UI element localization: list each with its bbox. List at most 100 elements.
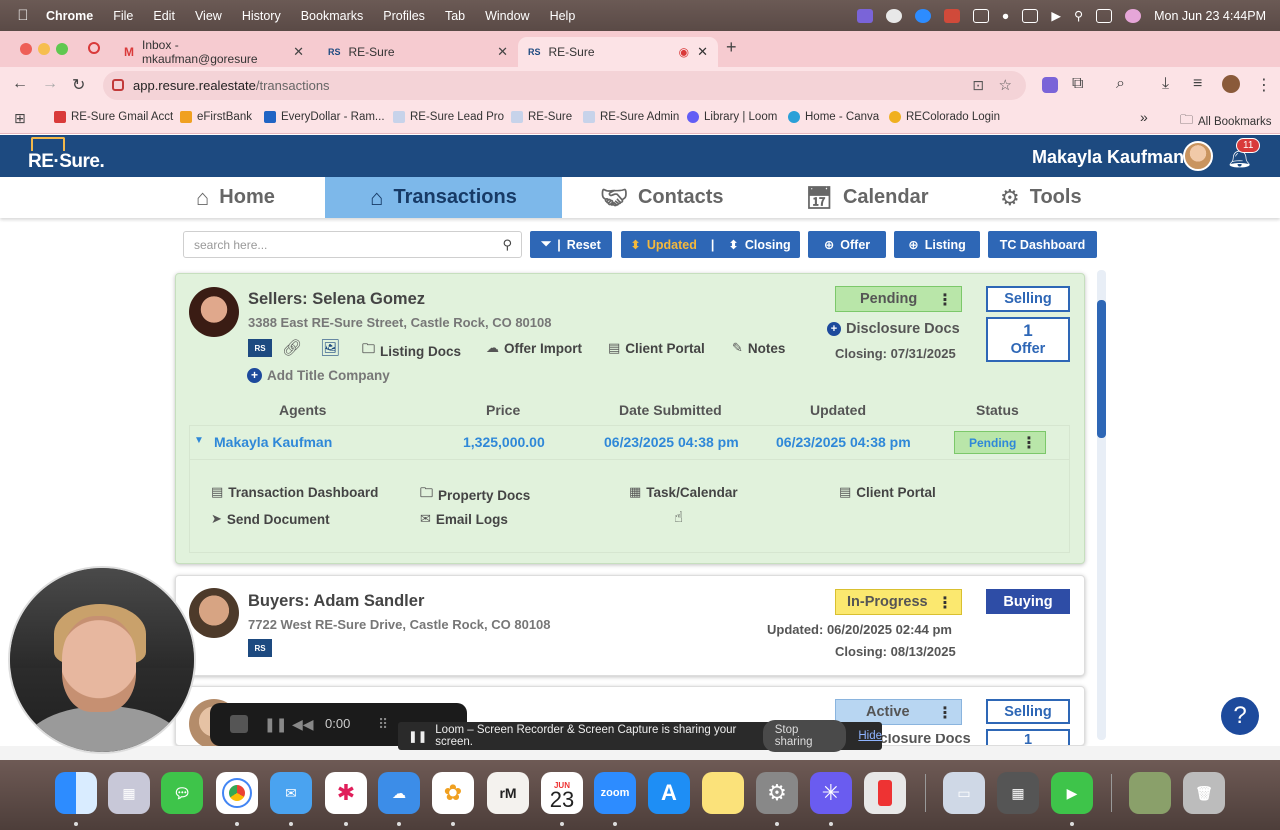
launchpad-icon[interactable]: ▦	[108, 772, 150, 814]
spotlight-search-icon[interactable]: ⚲	[1074, 8, 1083, 23]
trash-icon[interactable]: 🗑︎	[1183, 772, 1225, 814]
app-store-icon[interactable]: A	[648, 772, 690, 814]
apps-grid-icon[interactable]: ⊞	[14, 110, 26, 127]
listing-docs-link[interactable]: 🗀 Listing Docs	[362, 340, 461, 362]
media-control-icon[interactable]: ≡	[1193, 75, 1202, 93]
finder-icon[interactable]	[55, 772, 97, 814]
menubar-clock[interactable]: Mon Jun 23 4:44PM	[1154, 9, 1266, 23]
more-options-icon[interactable]: ⋮	[937, 593, 953, 613]
zoom-icon[interactable]	[914, 8, 931, 23]
search-input[interactable]: search here... ⚲	[183, 231, 522, 258]
calculator-icon[interactable]: ▦	[997, 772, 1039, 814]
install-app-icon[interactable]: ⊡	[972, 77, 984, 94]
menu-edit[interactable]: Edit	[153, 9, 175, 23]
tab-resure-active[interactable]: RS RE-Sure ◉ ✕	[518, 37, 718, 67]
app-icon[interactable]	[943, 8, 960, 23]
recording-icon[interactable]	[88, 42, 100, 54]
selling-button[interactable]: Selling	[986, 699, 1070, 724]
window-close-icon[interactable]	[20, 43, 32, 55]
new-tab-icon[interactable]: +	[726, 37, 737, 58]
card-title[interactable]: Buyers: Adam Sandler	[248, 592, 424, 611]
offers-count-button[interactable]: 1 Offer	[986, 317, 1070, 362]
bookmark-recolorado[interactable]: REColorado Login	[889, 111, 1000, 123]
nav-calendar[interactable]: 📅︎ Calendar	[805, 177, 955, 218]
add-title-company-link[interactable]: + Add Title Company	[247, 368, 390, 383]
loom-webcam-bubble[interactable]	[8, 566, 196, 754]
bookmark-resure-gmail[interactable]: RE-Sure Gmail Acct	[54, 111, 173, 123]
scrollbar-thumb[interactable]	[1097, 300, 1106, 438]
client-portal-link[interactable]: ▤ Client Portal	[608, 340, 705, 356]
menu-app-name[interactable]: Chrome	[46, 9, 93, 23]
perplexity-icon[interactable]: ✳	[810, 772, 852, 814]
preview-icon[interactable]: ▭	[943, 772, 985, 814]
remarkable-icon[interactable]: rM	[487, 772, 529, 814]
more-options-icon[interactable]: ⋮	[937, 290, 953, 310]
tab-search-icon[interactable]: ⌕	[1116, 75, 1125, 93]
bookmark-efirstbank[interactable]: eFirstBank	[180, 111, 252, 123]
menu-window[interactable]: Window	[485, 9, 529, 23]
tab-inbox[interactable]: M Inbox - mkaufman@goresure ✕	[114, 37, 314, 67]
bookmark-star-icon[interactable]: ☆	[999, 76, 1012, 94]
nav-tools[interactable]: ⚙ Tools	[1000, 177, 1110, 218]
settings-icon[interactable]	[885, 8, 902, 23]
offer-agent-name[interactable]: Makayla Kaufman	[214, 434, 332, 450]
more-options-icon[interactable]: ⋮	[937, 703, 953, 723]
download-icon[interactable]: ⤓	[1162, 75, 1169, 93]
resure-badge-icon[interactable]: RS	[248, 639, 272, 657]
chrome-icon[interactable]	[216, 772, 258, 814]
control-center-icon[interactable]	[1096, 8, 1113, 23]
wifi-icon[interactable]: ●	[1002, 9, 1010, 23]
downloads-stack-icon[interactable]	[1129, 772, 1171, 814]
bookmark-loom[interactable]: Library | Loom	[687, 111, 777, 123]
apple-icon[interactable]: 	[0, 7, 46, 24]
profile-avatar-icon[interactable]	[1222, 75, 1240, 93]
screen-share-icon[interactable]	[856, 8, 873, 23]
email-logs-link[interactable]: ✉ Email Logs	[420, 511, 508, 527]
sort-closing-button[interactable]: Closing	[745, 238, 791, 252]
mail-icon[interactable]: ✉	[270, 772, 312, 814]
messages-icon[interactable]: 💬︎	[161, 772, 203, 814]
link-icon[interactable]: 🔗︎	[282, 338, 302, 358]
reload-icon[interactable]: ↻	[72, 75, 85, 95]
all-bookmarks[interactable]: 🗀 All Bookmarks	[1180, 111, 1272, 133]
collapse-caret-icon[interactable]: ▼	[194, 435, 204, 446]
menu-bookmarks[interactable]: Bookmarks	[301, 9, 364, 23]
site-info-icon[interactable]	[112, 79, 124, 91]
rewind-icon[interactable]: ◀◀	[292, 716, 314, 733]
more-bookmarks-icon[interactable]: »	[1140, 109, 1148, 125]
reset-button[interactable]: ⏷ | Reset	[530, 231, 612, 258]
client-portal-offer-link[interactable]: ▤ Client Portal	[839, 484, 936, 500]
status-in-progress-dropdown[interactable]: In-Progress ⋮	[835, 589, 962, 615]
search-icon[interactable]: ⚲	[502, 237, 512, 253]
bookmark-lead-pro[interactable]: RE-Sure Lead Pro	[393, 111, 504, 123]
buying-button[interactable]: Buying	[986, 589, 1070, 614]
offers-count-button[interactable]: 1	[986, 729, 1070, 745]
menu-tab[interactable]: Tab	[445, 9, 465, 23]
close-tab-icon[interactable]: ✕	[697, 44, 708, 60]
zoom-app-icon[interactable]: zoom	[594, 772, 636, 814]
resure-logo[interactable]: RE·Sure.	[28, 137, 105, 173]
close-tab-icon[interactable]: ✕	[497, 44, 508, 60]
close-tab-icon[interactable]: ✕	[293, 44, 304, 60]
transaction-dashboard-link[interactable]: ▤ Transaction Dashboard	[211, 484, 378, 500]
add-offer-button[interactable]: ⊕ Offer	[808, 231, 886, 258]
facetime-icon[interactable]: ▶	[1051, 772, 1093, 814]
task-calendar-link[interactable]: ▦ Task/Calendar	[629, 484, 738, 500]
drag-handle-icon[interactable]: ⠿	[378, 716, 388, 733]
play-icon[interactable]: ▶	[1051, 8, 1061, 23]
selling-button[interactable]: Selling	[986, 286, 1070, 312]
calendar-app-icon[interactable]: JUN 23	[541, 772, 583, 814]
siri-icon[interactable]	[1125, 8, 1142, 23]
tab-resure-1[interactable]: RS RE-Sure ✕	[318, 37, 518, 67]
menu-history[interactable]: History	[242, 9, 281, 23]
user-avatar[interactable]	[1183, 141, 1213, 171]
nav-home[interactable]: ⌂ Home	[196, 177, 324, 218]
sort-updated-button[interactable]: Updated	[647, 238, 697, 252]
bookmark-resure-admin[interactable]: RE-Sure Admin	[583, 111, 679, 123]
extensions-puzzle-icon[interactable]: ⧉	[1072, 75, 1083, 93]
help-button[interactable]: ?	[1221, 697, 1259, 735]
tc-dashboard-button[interactable]: TC Dashboard	[988, 231, 1097, 258]
status-pending-dropdown[interactable]: Pending ⋮	[835, 286, 962, 312]
forward-icon[interactable]: →	[42, 75, 58, 93]
add-listing-button[interactable]: ⊕ Listing	[894, 231, 980, 258]
